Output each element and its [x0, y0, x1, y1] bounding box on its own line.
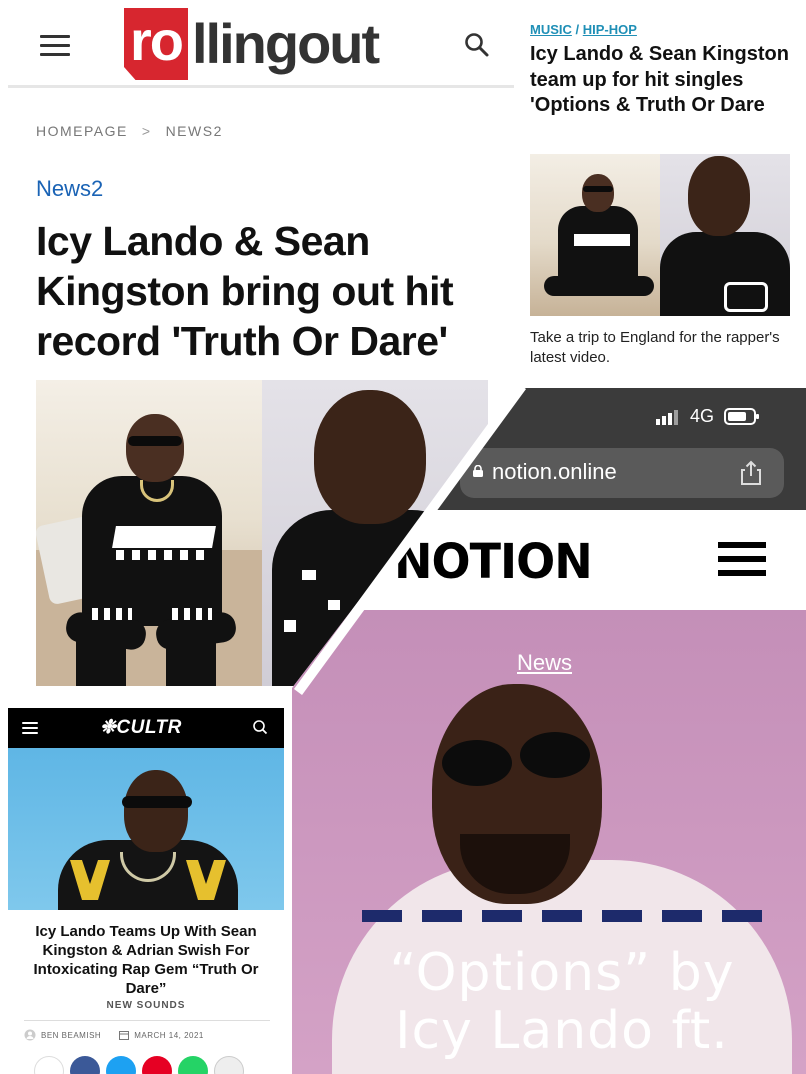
lock-icon: [473, 465, 483, 477]
breadcrumb: HOMEPAGE > NEWS2: [36, 123, 223, 139]
network-type: 4G: [690, 406, 715, 426]
article-card-screenshot: MUSIC / HIP-HOP Icy Lando & Sean Kingsto…: [518, 6, 798, 386]
notion-logo[interactable]: NOTION: [394, 533, 593, 590]
category-hiphop-link[interactable]: HIP-HOP: [583, 22, 637, 37]
notion-headline: “Options” by Icy Lando ft.: [352, 944, 772, 1060]
cultr-article-image[interactable]: [8, 748, 284, 910]
article-title: Icy Lando & Sean Kingston bring out hit …: [36, 218, 454, 364]
headline-line-2: Icy Lando ft.: [395, 1001, 729, 1061]
hamburger-menu-icon[interactable]: [718, 542, 766, 584]
logo-text-part: llingout: [192, 12, 380, 75]
notion-hero-image: News “Options” by Icy Lando ft.: [292, 610, 806, 1074]
author-name[interactable]: BEN BEAMISH: [41, 1031, 101, 1040]
cultr-article-screenshot: ❉CULTR Icy Lando Teams Up With Sean King…: [8, 694, 284, 1074]
card-image[interactable]: [530, 154, 790, 316]
card-caption: Take a trip to England for the rapper's …: [530, 329, 780, 366]
category-separator: /: [575, 22, 580, 37]
category-music-link[interactable]: MUSIC: [530, 22, 572, 37]
breadcrumb-news2[interactable]: NEWS2: [166, 123, 223, 139]
cultr-header: ❉CULTR: [8, 708, 284, 748]
address-bar[interactable]: notion.online: [460, 448, 784, 498]
rollingout-header: ro llingout: [8, 0, 514, 88]
hamburger-menu-icon[interactable]: [22, 722, 38, 737]
hamburger-menu-icon[interactable]: [40, 35, 70, 62]
breadcrumb-home[interactable]: HOMEPAGE: [36, 123, 128, 139]
cultr-top-strip: [8, 694, 284, 706]
search-icon[interactable]: [464, 32, 490, 58]
share-buttons: [34, 1056, 244, 1074]
news-tag-link[interactable]: News: [517, 650, 572, 676]
share-pinterest-button[interactable]: [142, 1056, 172, 1074]
section-label[interactable]: NEW SOUNDS: [8, 1000, 284, 1011]
card-title[interactable]: Icy Lando & Sean Kingston team up for hi…: [530, 42, 790, 119]
photo-sean-kingston: [660, 154, 790, 316]
battery-icon: [724, 408, 759, 425]
share-facebook-button[interactable]: [70, 1056, 100, 1074]
article-meta: BEN BEAMISH MARCH 14, 2021: [24, 1020, 270, 1041]
headline-line-1: “Options” by: [389, 943, 735, 1003]
category-link[interactable]: News2: [36, 176, 103, 202]
rollingout-logo[interactable]: ro llingout: [124, 6, 380, 82]
cultr-logo[interactable]: ❉CULTR: [100, 716, 182, 739]
share-whatsapp-button[interactable]: [178, 1056, 208, 1074]
photo-icy-lando-seated: [530, 154, 660, 316]
signal-icon: [656, 410, 678, 425]
share-twitter-button[interactable]: [106, 1056, 136, 1074]
calendar-icon: [119, 1031, 130, 1040]
cultr-logo-text: CULTR: [116, 717, 182, 738]
author-icon: [24, 1029, 36, 1041]
publish-date: MARCH 14, 2021: [134, 1030, 204, 1040]
breadcrumb-separator: >: [141, 123, 152, 139]
share-icon[interactable]: [740, 460, 762, 486]
share-blank-button[interactable]: [34, 1056, 64, 1074]
photo-icy-lando-seated: [36, 380, 262, 686]
search-icon[interactable]: [252, 719, 268, 735]
card-categories: MUSIC / HIP-HOP: [530, 22, 637, 37]
cultr-article-title[interactable]: Icy Lando Teams Up With Sean Kingston & …: [28, 922, 264, 998]
logo-red-part: ro: [124, 8, 188, 80]
url-text: notion.online: [492, 459, 617, 484]
share-more-button[interactable]: [214, 1056, 244, 1074]
cultr-logo-mark-icon: ❉: [100, 717, 117, 738]
